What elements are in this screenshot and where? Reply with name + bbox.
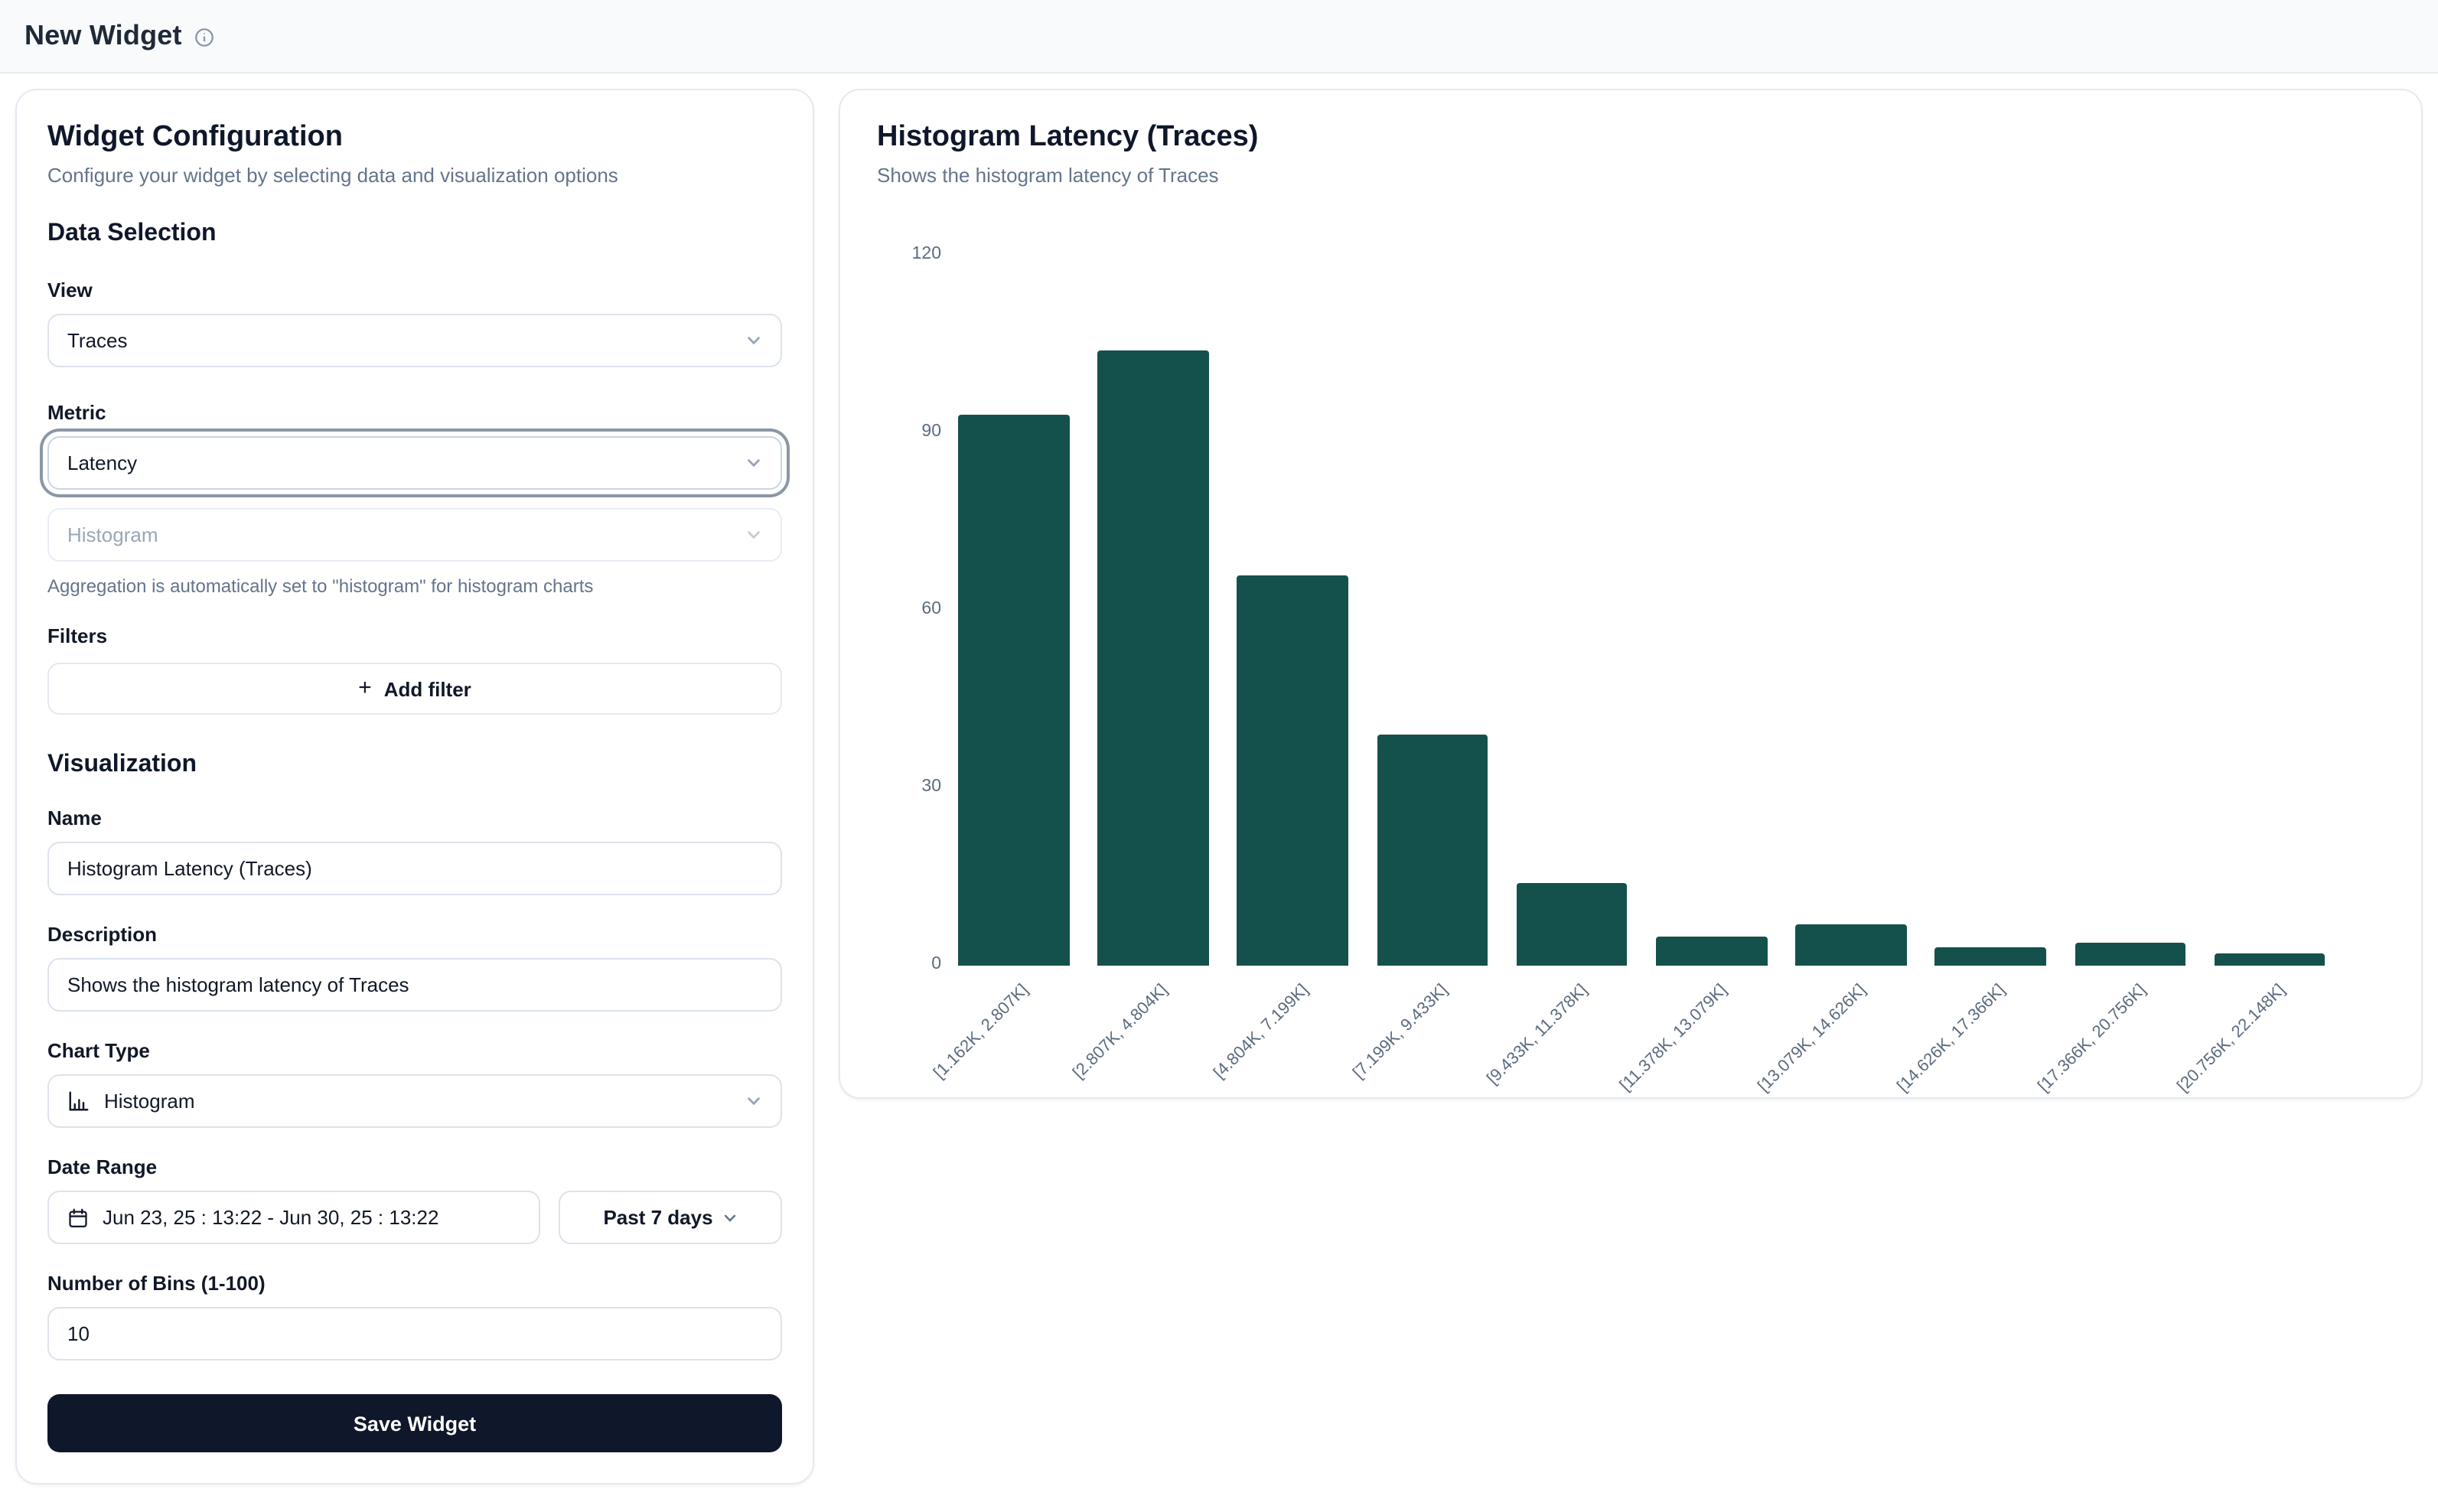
x-axis-tick-label: [2.807K, 4.804K] <box>1071 981 1172 1083</box>
y-axis-tick: 120 <box>877 245 941 263</box>
name-input[interactable] <box>47 842 782 895</box>
x-axis-tick-label: [11.378K, 13.079K] <box>1616 981 1730 1095</box>
aggregation-select: Histogram <box>47 508 782 562</box>
bins-label: Number of Bins (1-100) <box>47 1272 782 1295</box>
x-axis-tick-label: [20.756K, 22.148K] <box>2174 981 2289 1096</box>
aggregation-helper-text: Aggregation is automatically set to "his… <box>47 575 782 597</box>
save-widget-button[interactable]: Save Widget <box>47 1394 782 1452</box>
chart-type-value: Histogram <box>104 1090 195 1113</box>
chevron-down-icon <box>745 332 762 349</box>
plus-icon: + <box>358 675 372 701</box>
name-label: Name <box>47 807 782 829</box>
metric-select-value: Latency <box>67 451 137 474</box>
histogram-bar <box>1517 883 1628 966</box>
y-axis-tick: 30 <box>877 777 941 796</box>
chevron-down-icon <box>745 455 762 471</box>
config-title: Widget Configuration <box>47 121 782 155</box>
aggregation-select-value: Histogram <box>67 523 158 546</box>
histogram-chart: 0 30 60 90 120 [1.162K, 2.807K] [2.807K, 4.804… <box>877 199 2384 1087</box>
metric-select[interactable]: Latency <box>47 436 782 490</box>
x-axis-tick-label: [7.199K, 9.433K] <box>1350 981 1452 1083</box>
histogram-bar <box>958 415 1069 966</box>
filters-label: Filters <box>47 624 782 647</box>
add-filter-button[interactable]: + Add filter <box>47 663 782 715</box>
date-preset-value: Past 7 days <box>603 1206 712 1229</box>
y-axis-tick: 0 <box>877 955 941 973</box>
histogram-bar <box>1377 735 1488 966</box>
x-axis-tick-label: [1.162K, 2.807K] <box>931 981 1033 1083</box>
view-label: View <box>47 279 782 301</box>
data-selection-heading: Data Selection <box>47 220 782 248</box>
metric-label: Metric <box>47 401 782 424</box>
main-content: Widget Configuration Configure your widg… <box>0 73 2438 1500</box>
x-axis-tick-label: [4.804K, 7.199K] <box>1210 981 1312 1083</box>
chevron-down-icon <box>745 526 762 543</box>
y-axis-tick: 60 <box>877 600 941 618</box>
description-label: Description <box>47 923 782 946</box>
page-title: New Widget <box>24 20 182 52</box>
view-select[interactable]: Traces <box>47 314 782 367</box>
app-root: New Widget Widget Configuration Configur… <box>0 0 2438 1512</box>
x-axis-tick-label: [13.079K, 14.626K] <box>1755 981 1870 1096</box>
top-bar: New Widget <box>0 0 2438 73</box>
x-axis-tick-label: [9.433K, 11.378K] <box>1484 981 1591 1088</box>
visualization-heading: Visualization <box>47 751 782 779</box>
histogram-chart-icon <box>67 1090 90 1113</box>
chart-type-select[interactable]: Histogram <box>47 1074 782 1128</box>
histogram-bar <box>1237 575 1348 966</box>
x-axis-tick-label: [14.626K, 17.366K] <box>1895 981 2009 1096</box>
info-icon[interactable] <box>194 28 214 47</box>
bins-input[interactable] <box>47 1307 782 1360</box>
widget-configuration-panel: Widget Configuration Configure your widg… <box>15 89 814 1484</box>
histogram-bar <box>1935 948 2046 966</box>
preview-title: Histogram Latency (Traces) <box>877 121 2384 155</box>
date-range-row: Jun 23, 25 : 13:22 - Jun 30, 25 : 13:22 … <box>47 1191 782 1244</box>
config-subtitle: Configure your widget by selecting data … <box>47 164 782 187</box>
view-select-value: Traces <box>67 329 128 352</box>
preview-subtitle: Shows the histogram latency of Traces <box>877 164 2384 187</box>
date-range-button[interactable]: Jun 23, 25 : 13:22 - Jun 30, 25 : 13:22 <box>47 1191 540 1244</box>
widget-preview-panel: Histogram Latency (Traces) Shows the his… <box>839 89 2423 1099</box>
histogram-bar <box>1795 924 1906 966</box>
x-axis-tick-label: [17.366K, 20.756K] <box>2034 981 2149 1096</box>
histogram-bar <box>1097 350 1208 966</box>
chart-type-label: Chart Type <box>47 1039 782 1062</box>
y-axis-tick: 90 <box>877 422 941 441</box>
date-preset-select[interactable]: Past 7 days <box>559 1191 782 1244</box>
calendar-icon <box>67 1207 89 1228</box>
chevron-down-icon <box>722 1210 738 1225</box>
description-input[interactable] <box>47 958 782 1012</box>
histogram-bar <box>2075 942 2185 966</box>
chevron-down-icon <box>745 1093 762 1110</box>
date-range-value: Jun 23, 25 : 13:22 - Jun 30, 25 : 13:22 <box>103 1206 438 1229</box>
histogram-bar <box>2215 954 2326 966</box>
add-filter-label: Add filter <box>384 677 471 700</box>
histogram-bar <box>1656 936 1767 966</box>
date-range-label: Date Range <box>47 1155 782 1178</box>
